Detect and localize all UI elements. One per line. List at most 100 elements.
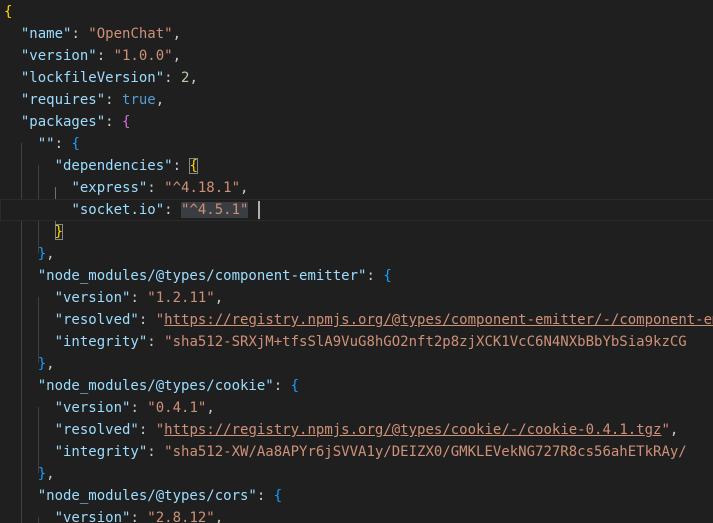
code-line[interactable]: "resolved": "https://registry.npmjs.org/…	[0, 309, 713, 331]
punctuation: :	[130, 400, 148, 416]
punctuation: :	[147, 444, 165, 460]
code-line[interactable]: "": {	[0, 133, 713, 155]
code-editor[interactable]: { "name": "OpenChat", "version": "1.0.0"…	[0, 0, 713, 523]
json-key: "requires"	[20, 92, 106, 108]
bracket: }	[54, 224, 64, 240]
json-key: "node_modules/@types/cors"	[37, 488, 257, 504]
text-cursor	[258, 201, 260, 219]
code-line[interactable]: "express": "^4.18.1",	[0, 177, 713, 199]
json-key: "resolved"	[54, 312, 139, 328]
code-line[interactable]: "packages": {	[0, 111, 713, 133]
punctuation: ,	[669, 422, 679, 438]
json-boolean-value: true	[122, 92, 156, 108]
code-line[interactable]: "node_modules/@types/cors": {	[0, 485, 713, 507]
json-key: "lockfileVersion"	[20, 70, 165, 86]
punctuation: :	[164, 70, 182, 86]
json-string-value: "^4.5.1"	[181, 202, 249, 218]
code-line[interactable]: "version": "1.2.11",	[0, 287, 713, 309]
punctuation: :	[147, 334, 165, 350]
punctuation: ,	[214, 290, 224, 306]
punctuation: ,	[155, 92, 165, 108]
json-key: "socket.io"	[71, 202, 165, 218]
code-line[interactable]: "lockfileVersion": 2,	[0, 67, 713, 89]
json-key: "dependencies"	[54, 158, 173, 174]
code-line[interactable]: }	[0, 221, 713, 243]
json-string-value: "	[155, 312, 165, 328]
bracket: }	[37, 246, 47, 262]
json-key: ""	[37, 136, 55, 152]
json-string-value: "1.0.0"	[113, 48, 173, 64]
code-line[interactable]: "version": "1.0.0",	[0, 45, 713, 67]
json-key: "node_modules/@types/cookie"	[37, 378, 274, 394]
url-link[interactable]: https://registry.npmjs.org/@types/cookie…	[164, 422, 661, 438]
punctuation: :	[54, 136, 72, 152]
json-string-value: "0.4.1"	[147, 400, 207, 416]
code-line[interactable]: },	[0, 463, 713, 485]
url-link[interactable]: https://registry.npmjs.org/@types/compon…	[164, 312, 713, 328]
punctuation: :	[96, 48, 114, 64]
punctuation: ,	[240, 180, 249, 196]
punctuation: :	[105, 92, 123, 108]
json-string-value: "sha512-XW/Aa8APYr6jSVVA1y/DEIZX0/GMKLEV…	[164, 444, 687, 460]
bracket: {	[290, 378, 300, 394]
code-line[interactable]: "version": "2.8.12",	[0, 507, 713, 523]
punctuation: :	[366, 268, 384, 284]
code-line[interactable]: "integrity": "sha512-XW/Aa8APYr6jSVVA1y/…	[0, 441, 713, 463]
json-key: "express"	[71, 180, 148, 196]
code-line[interactable]: "dependencies": {	[0, 155, 713, 177]
bracket: {	[4, 4, 13, 20]
code-line[interactable]: "socket.io": "^4.5.1"	[0, 199, 713, 221]
code-line[interactable]: {	[0, 1, 713, 23]
punctuation: ,	[189, 70, 198, 86]
code-line[interactable]: "version": "0.4.1",	[0, 397, 713, 419]
punctuation: :	[105, 114, 123, 130]
punctuation: :	[273, 378, 291, 394]
code-line[interactable]: "node_modules/@types/cookie": {	[0, 375, 713, 397]
code-line[interactable]: },	[0, 243, 713, 265]
json-key: "resolved"	[54, 422, 139, 438]
json-key: "version"	[54, 400, 131, 416]
json-key: "version"	[20, 48, 97, 64]
bracket: {	[273, 488, 283, 504]
punctuation: :	[130, 290, 148, 306]
punctuation: :	[256, 488, 274, 504]
code-line[interactable]: },	[0, 353, 713, 375]
punctuation: :	[138, 422, 156, 438]
punctuation: :	[71, 26, 89, 42]
code-line[interactable]: "integrity": "sha512-SRXjM+tfsSlA9VuG8hG…	[0, 331, 713, 353]
punctuation: ,	[46, 246, 55, 262]
json-key: "name"	[20, 26, 72, 42]
code-line[interactable]: "resolved": "https://registry.npmjs.org/…	[0, 419, 713, 441]
json-string-value: "2.8.12"	[147, 510, 215, 523]
json-key: "packages"	[20, 114, 106, 130]
punctuation: ,	[214, 510, 224, 523]
json-string-value: "	[155, 422, 165, 438]
json-key: "version"	[54, 510, 131, 523]
code-line[interactable]: "name": "OpenChat",	[0, 23, 713, 45]
punctuation: ,	[206, 400, 215, 416]
json-string-value: "	[661, 422, 670, 438]
code-line[interactable]: "requires": true,	[0, 89, 713, 111]
punctuation: :	[138, 312, 156, 328]
bracket: }	[37, 466, 47, 482]
code-line[interactable]: "node_modules/@types/component-emitter":…	[0, 265, 713, 287]
json-key: "integrity"	[54, 334, 148, 350]
